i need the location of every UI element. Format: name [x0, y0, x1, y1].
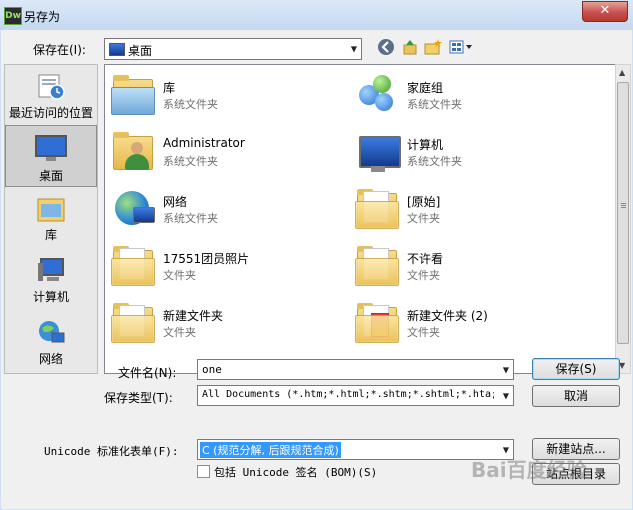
location-combo[interactable]: 桌面 ▼ [104, 38, 362, 60]
unicode-form-value: C (规范分解, 后跟规范合成) [200, 442, 341, 458]
computer-icon [353, 128, 401, 176]
view-menu-icon[interactable] [447, 38, 475, 60]
item-name: [原始] [407, 195, 441, 209]
file-list[interactable]: 库 系统文件夹 家庭组 系统文件夹 Administrator 系统文件夹 计算… [104, 64, 616, 374]
list-item[interactable]: 不许看 文件夹 [353, 242, 593, 292]
close-button[interactable]: ✕ [582, 1, 628, 22]
item-name: 17551团员照片 [163, 252, 250, 266]
item-name: 计算机 [407, 138, 444, 152]
dreamweaver-app-icon: Dw [4, 7, 22, 25]
place-computer[interactable]: 计算机 [5, 257, 97, 309]
bom-checkbox[interactable] [197, 465, 210, 478]
filetype-value: All Documents (*.htm;*.html;*.shtm;*.sht… [202, 389, 494, 400]
chevron-down-icon[interactable]: ▼ [503, 365, 509, 374]
up-folder-icon[interactable] [399, 38, 421, 60]
item-type: 文件夹 [407, 212, 440, 225]
title-bar: Dw 另存为 ✕ [0, 0, 633, 30]
item-type: 系统文件夹 [163, 155, 218, 168]
network-icon [109, 185, 157, 233]
save-button[interactable]: 保存(S) [532, 358, 620, 380]
place-recent[interactable]: 最近访问的位置 [5, 71, 97, 123]
cancel-button[interactable]: 取消 [532, 385, 620, 407]
desktop-icon [34, 134, 68, 164]
network-icon [36, 319, 66, 347]
place-network[interactable]: 网络 [5, 319, 97, 371]
desktop-small-icon [109, 43, 125, 56]
save-in-label: 保存在(I): [33, 43, 86, 57]
item-type: 文件夹 [407, 269, 440, 282]
item-name: 库 [163, 81, 176, 95]
place-label: 桌面 [38, 169, 63, 183]
homegroup-icon [353, 71, 401, 119]
vertical-scrollbar[interactable]: ▲ ▼ [615, 64, 631, 374]
dialog-body: 保存在(I): 桌面 ▼ 最近访问的位置 桌面 库 计算机 网络 库 系统文件夹… [1, 30, 632, 509]
location-value: 桌面 [128, 44, 153, 58]
folder-icon [109, 242, 157, 290]
unicode-form-select[interactable]: C (规范分解, 后跟规范合成) ▼ [197, 439, 514, 460]
item-type: 文件夹 [163, 269, 196, 282]
list-item[interactable]: 17551团员照片 文件夹 [109, 242, 349, 292]
folder-icon [353, 299, 401, 347]
item-type: 文件夹 [163, 326, 196, 339]
list-item[interactable]: Administrator 系统文件夹 [109, 128, 349, 178]
item-name: 新建文件夹 [163, 309, 224, 323]
baidu-watermark: Bai百度经验 [471, 458, 587, 482]
list-item[interactable]: 家庭组 系统文件夹 [353, 71, 593, 121]
item-name: 不许看 [407, 252, 444, 266]
filename-label: 文件名(N): [118, 366, 177, 380]
item-type: 文件夹 [407, 326, 440, 339]
chevron-down-icon[interactable]: ▼ [503, 391, 509, 400]
list-item[interactable]: [原始] 文件夹 [353, 185, 593, 235]
list-item[interactable]: 新建文件夹 (2) 文件夹 [353, 299, 593, 349]
list-item[interactable]: 新建文件夹 文件夹 [109, 299, 349, 349]
list-item[interactable]: 库 系统文件夹 [109, 71, 349, 121]
filetype-select[interactable]: All Documents (*.htm;*.html;*.shtm;*.sht… [197, 385, 514, 406]
unicode-form-label: Unicode 标准化表单(F): [44, 445, 179, 458]
place-label: 计算机 [32, 290, 69, 304]
item-name: 新建文件夹 (2) [407, 309, 488, 323]
recent-places-icon [36, 71, 66, 101]
chevron-down-icon[interactable]: ▼ [503, 445, 509, 454]
place-label: 库 [44, 228, 57, 242]
place-desktop[interactable]: 桌面 [5, 125, 97, 187]
user-folder-icon [109, 128, 157, 176]
filetype-label: 保存类型(T): [104, 391, 173, 405]
window-title: 另存为 [24, 10, 61, 24]
filename-value: one [202, 363, 222, 376]
computer-icon [36, 257, 66, 285]
scroll-up-icon[interactable]: ▲ [619, 68, 625, 77]
places-bar: 最近访问的位置 桌面 库 计算机 网络 [4, 64, 98, 374]
place-label: 网络 [38, 352, 63, 366]
list-item[interactable]: 计算机 系统文件夹 [353, 128, 593, 178]
item-type: 系统文件夹 [163, 98, 218, 111]
item-type: 系统文件夹 [407, 155, 462, 168]
item-name: Administrator [163, 136, 245, 150]
chevron-down-icon: ▼ [350, 44, 357, 54]
libraries-icon [36, 195, 66, 223]
place-label: 最近访问的位置 [8, 106, 93, 120]
item-type: 系统文件夹 [407, 98, 462, 111]
folder-icon [353, 242, 401, 290]
bom-label: 包括 Unicode 签名 (BOM)(S) [214, 466, 378, 479]
list-item[interactable]: 网络 系统文件夹 [109, 185, 349, 235]
item-name: 家庭组 [407, 81, 444, 95]
item-name: 网络 [163, 195, 188, 209]
filename-input[interactable]: one ▼ [197, 359, 514, 380]
scroll-thumb[interactable] [617, 82, 629, 344]
item-type: 系统文件夹 [163, 212, 218, 225]
folder-icon [109, 299, 157, 347]
place-libraries[interactable]: 库 [5, 195, 97, 247]
folder-icon [353, 185, 401, 233]
new-folder-icon[interactable] [422, 38, 444, 60]
back-icon[interactable] [375, 38, 397, 60]
libraries-icon [109, 71, 157, 119]
